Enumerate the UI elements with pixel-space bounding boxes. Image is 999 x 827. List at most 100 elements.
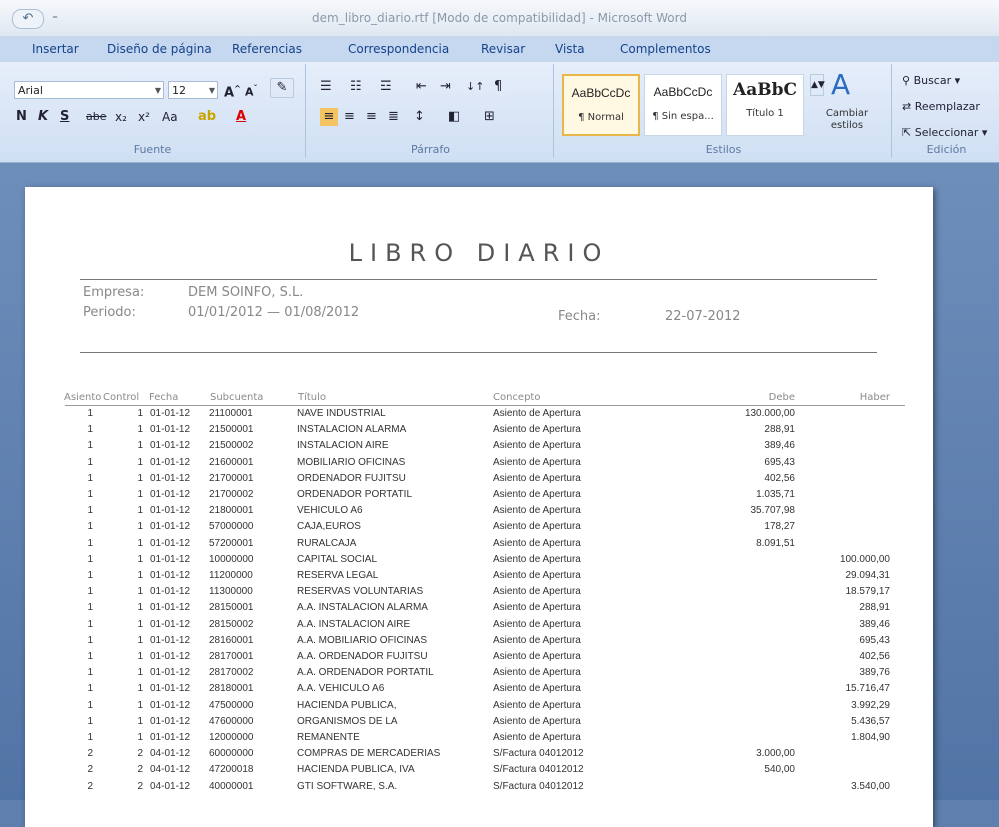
font-color-icon[interactable]: A (236, 108, 246, 126)
document-title: LIBRO DIARIO (348, 239, 610, 267)
cell-titulo: MOBILIARIO OFICINAS (297, 456, 406, 468)
cell-fecha: 04-01-12 (150, 764, 191, 776)
cell-subcuenta: 28170001 (209, 651, 254, 662)
cell-control: 1 (137, 424, 143, 436)
divider (80, 352, 877, 353)
cell-titulo: COMPRAS DE MERCADERIAS (297, 748, 441, 760)
tab-insertar[interactable]: Insertar (32, 42, 79, 56)
styles-scroll-icon[interactable]: ▲▼ (810, 74, 825, 96)
cell-fecha: 01-01-12 (150, 715, 191, 727)
subscript-icon[interactable]: x₂ (115, 108, 127, 126)
cell-concepto: Asiento de Apertura (493, 634, 581, 646)
table-row: 2 2 04-01-12 47200018 HACIENDA PUBLICA, IVA S… (25, 764, 933, 778)
cell-asiento: 2 (87, 780, 93, 792)
align-right-icon[interactable]: ≡ (366, 108, 377, 126)
col-haber: Haber (859, 392, 890, 403)
table-row: 1 1 01-01-12 21600001 MOBILIARIO OFICINAS Asi… (25, 457, 933, 471)
change-case-icon[interactable]: Aa (162, 108, 178, 126)
strikethrough-icon[interactable]: abe (86, 108, 107, 126)
cell-debe: 389,46 (764, 440, 795, 452)
style-sin-espaciado[interactable]: AaBbCcDc ¶ Sin espa... (644, 74, 722, 136)
cell-debe: 695,43 (764, 456, 795, 468)
cell-asiento: 1 (87, 424, 93, 436)
cell-subcuenta: 21700002 (209, 489, 254, 500)
cell-subcuenta: 21500001 (209, 424, 254, 436)
cell-concepto: Asiento de Apertura (493, 570, 581, 581)
superscript-icon[interactable]: x² (138, 108, 150, 126)
cell-titulo: ORDENADOR PORTATIL (297, 489, 413, 500)
table-row: 1 1 01-01-12 57200001 RURALCAJA Asiento de Ap… (25, 538, 933, 552)
font-size-combo[interactable]: 12 ▼ (168, 81, 218, 99)
line-spacing-icon[interactable]: ↕ (414, 108, 425, 126)
sort-icon[interactable]: ↓↑ (466, 78, 484, 96)
tab-referencias[interactable]: Referencias (232, 42, 302, 56)
style-titulo-1[interactable]: AaBbC Título 1 (726, 74, 804, 136)
bold-icon[interactable]: N (16, 108, 27, 126)
italic-icon[interactable]: K (38, 108, 48, 126)
style-normal[interactable]: AaBbCcDc ¶ Normal (562, 74, 640, 136)
window-title: dem_libro_diario.rtf [Modo de compatibil… (312, 11, 687, 25)
tab-vista[interactable]: Vista (555, 42, 585, 56)
justify-icon[interactable]: ≣ (388, 108, 399, 126)
cell-subcuenta: 11200000 (209, 570, 253, 581)
cell-haber: 29.094,31 (845, 570, 891, 581)
borders-icon[interactable]: ⊞ (484, 108, 495, 126)
select-button[interactable]: ⇱ Seleccionar ▾ (902, 126, 987, 139)
shading-icon[interactable]: ◧ (448, 108, 460, 126)
grow-font-icon[interactable]: A^ (224, 80, 241, 102)
cell-titulo: ORGANISMOS DE LA (297, 715, 398, 727)
cell-asiento: 1 (87, 699, 93, 711)
numbering-icon[interactable]: ☷ (350, 78, 362, 96)
cell-asiento: 1 (87, 489, 93, 500)
cell-fecha: 01-01-12 (150, 586, 191, 598)
cell-concepto: Asiento de Apertura (493, 472, 581, 484)
cell-fecha: 04-01-12 (150, 780, 191, 792)
cell-fecha: 01-01-12 (150, 521, 191, 533)
cell-asiento: 1 (87, 505, 93, 517)
cell-concepto: Asiento de Apertura (493, 651, 581, 662)
multilevel-list-icon[interactable]: ☲ (380, 78, 392, 96)
tab-revisar[interactable]: Revisar (481, 42, 525, 56)
cell-asiento: 1 (87, 472, 93, 484)
tab-complementos[interactable]: Complementos (620, 42, 711, 56)
cell-control: 1 (137, 634, 143, 646)
col-asiento: Asiento (64, 392, 102, 403)
change-styles-label[interactable]: Cambiar estilos (822, 108, 872, 132)
paragraph-group-label: Párrafo (410, 143, 451, 156)
cell-titulo: A.A. MOBILIARIO OFICINAS (297, 634, 428, 646)
style-preview: AaBbC (733, 80, 797, 100)
tab-correspondencia[interactable]: Correspondencia (348, 42, 449, 56)
highlight-icon[interactable]: ab (198, 108, 216, 126)
increase-indent-icon[interactable]: ⇥ (440, 78, 451, 96)
clear-format-icon[interactable]: ✎ (270, 78, 294, 98)
cell-titulo: CAPITAL SOCIAL (297, 553, 378, 565)
cell-concepto: Asiento de Apertura (493, 602, 581, 614)
decrease-indent-icon[interactable]: ⇤ (416, 78, 427, 96)
table-row: 1 1 01-01-12 12000000 REMANENTE Asiento de Ap… (25, 732, 933, 746)
cell-asiento: 1 (87, 586, 93, 598)
replace-button[interactable]: ⇄ Reemplazar (902, 100, 980, 113)
cell-subcuenta: 21800001 (209, 505, 254, 517)
shrink-font-icon[interactable]: Aˇ (245, 80, 258, 102)
underline-icon[interactable]: S (60, 108, 69, 126)
show-marks-icon[interactable]: ¶ (494, 78, 502, 96)
align-left-icon[interactable]: ≡ (320, 108, 338, 126)
document-page[interactable]: LIBRO DIARIO Empresa: DEM SOINFO, S.L. P… (25, 187, 933, 827)
font-name-combo[interactable]: Arial ▼ (14, 81, 164, 99)
cell-control: 2 (137, 780, 143, 792)
cell-asiento: 2 (87, 748, 93, 760)
tab-diseno-pagina[interactable]: Diseño de página (107, 42, 212, 56)
cell-debe: 178,27 (764, 521, 795, 533)
bullets-icon[interactable]: ☰ (320, 78, 332, 96)
cell-concepto: Asiento de Apertura (493, 618, 581, 630)
find-button[interactable]: ⚲ Buscar ▾ (902, 74, 960, 87)
table-row: 1 1 01-01-12 10000000 CAPITAL SOCIAL Asiento … (25, 554, 933, 568)
cell-asiento: 1 (87, 618, 93, 630)
cell-control: 1 (137, 570, 143, 581)
col-titulo: Título (298, 392, 327, 403)
empresa-value: DEM SOINFO, S.L. (188, 285, 304, 300)
align-center-icon[interactable]: ≡ (344, 108, 355, 126)
change-styles-icon[interactable]: A (831, 68, 850, 102)
cell-haber: 5.436,57 (851, 715, 890, 727)
table-row: 1 1 01-01-12 57000000 CAJA,EUROS Asiento de A… (25, 521, 933, 535)
